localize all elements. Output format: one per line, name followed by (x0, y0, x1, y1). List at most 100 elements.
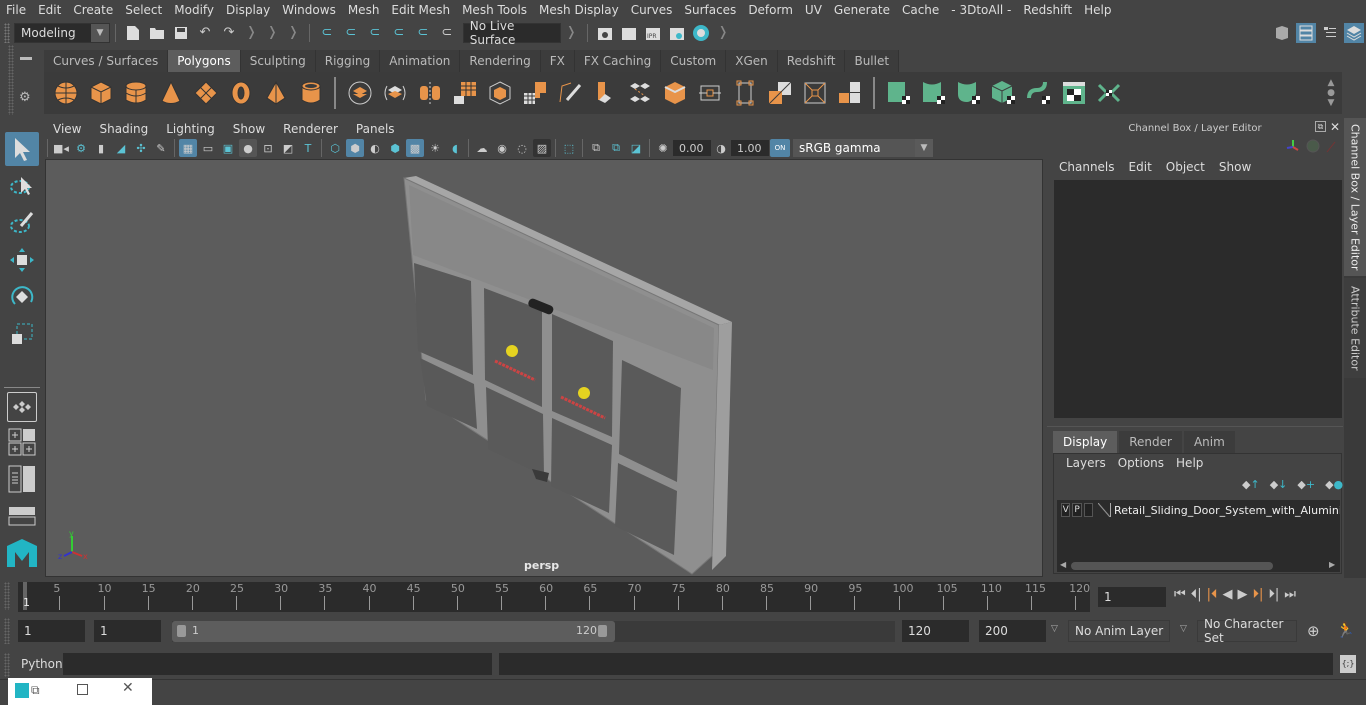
automatic-uv-icon[interactable] (884, 78, 914, 108)
menu-edit[interactable]: Edit (32, 3, 67, 17)
play-forwards-icon[interactable]: ▶ (1237, 587, 1247, 602)
shelf-menu-icon[interactable] (20, 57, 32, 60)
render-options-icon[interactable] (667, 23, 687, 43)
xray-active-components-icon[interactable]: ⧉ (607, 139, 625, 157)
menu-deform[interactable]: Deform (742, 3, 799, 17)
poly-pyramid-icon[interactable] (261, 78, 291, 108)
snap-view-icon[interactable]: ⊂ (389, 23, 409, 43)
scale-tool-icon[interactable] (5, 317, 39, 351)
channel-box-menu-show[interactable]: Show (1212, 160, 1258, 174)
bookmark-icon[interactable]: ▮ (92, 139, 110, 157)
collapse-icon[interactable]: ❭ (718, 25, 729, 40)
tab-render[interactable]: Render (1119, 431, 1182, 453)
restore-icon[interactable]: ⧉ (31, 683, 40, 698)
snap-curve-icon[interactable]: ⊂ (341, 23, 361, 43)
bridge-icon[interactable] (625, 78, 655, 108)
shadows-icon[interactable]: ◖ (446, 139, 464, 157)
step-forward-key-icon[interactable]: ⏵| (1252, 587, 1263, 602)
viewport-menu-lighting[interactable]: Lighting (157, 122, 224, 136)
menu-curves[interactable]: Curves (625, 3, 679, 17)
character-set-dropdown-icon[interactable]: ▽ (1180, 624, 1187, 634)
open-scene-icon[interactable] (147, 23, 167, 43)
spherical-uv-icon[interactable] (954, 78, 984, 108)
menu-mesh[interactable]: Mesh (342, 3, 386, 17)
play-backwards-icon[interactable]: ◀ (1222, 587, 1232, 602)
select-tool-icon[interactable] (5, 132, 39, 166)
anti-aliasing-icon[interactable]: ◌ (513, 139, 531, 157)
outliner-layout-icon[interactable] (5, 462, 39, 496)
render-settings-icon[interactable] (595, 23, 615, 43)
default-material-icon[interactable]: ◐ (366, 139, 384, 157)
menu-surfaces[interactable]: Surfaces (678, 3, 742, 17)
new-scene-icon[interactable] (123, 23, 143, 43)
menu-display[interactable]: Display (220, 3, 276, 17)
character-set-field[interactable]: No Character Set (1197, 617, 1297, 645)
shelf-tab-fx-caching[interactable]: FX Caching (574, 50, 662, 72)
poly-pipe-icon[interactable] (296, 78, 326, 108)
ipr-render-icon[interactable]: IPR (643, 23, 663, 43)
shelf-settings-gear-icon[interactable]: ⚙ (19, 90, 31, 105)
image-plane-icon[interactable]: ◢ (112, 139, 130, 157)
collapse-icon[interactable] (835, 78, 865, 108)
anim-layer-field[interactable]: No Anim Layer (1068, 620, 1170, 642)
camera-attributes-icon[interactable]: ⚙ (72, 139, 90, 157)
scrollbar-thumb[interactable] (1071, 562, 1273, 570)
current-frame-field[interactable]: 1 (1098, 587, 1166, 607)
tab-channel-box[interactable]: Channel Box / Layer Editor (1344, 118, 1366, 276)
maya-app-icon[interactable] (15, 683, 29, 698)
close-icon[interactable]: ✕ (1330, 120, 1340, 134)
render-frame-icon[interactable] (619, 23, 639, 43)
tab-display[interactable]: Display (1053, 431, 1118, 453)
perspective-viewport[interactable]: y x z persp (45, 159, 1043, 577)
float-panel-icon[interactable]: ⧉ (1315, 121, 1326, 132)
collapse-icon[interactable]: ❭ (566, 25, 577, 40)
depth-of-field-icon[interactable]: ▨ (533, 139, 551, 157)
viewport-menu-shading[interactable]: Shading (90, 122, 157, 136)
move-layer-up-icon[interactable]: ◆↑ (1242, 478, 1260, 491)
shelf-tab-rendering[interactable]: Rendering (460, 50, 541, 72)
resolution-gate-icon[interactable]: ▣ (219, 139, 237, 157)
color-space-dropdown[interactable]: sRGB gamma ▼ (793, 139, 933, 157)
shelf-tab-redshift[interactable]: Redshift (777, 50, 846, 72)
go-to-start-icon[interactable]: ⏮ (1174, 587, 1186, 602)
grid-icon[interactable]: ▦ (179, 139, 197, 157)
channel-list[interactable] (1054, 180, 1342, 418)
layer-row[interactable]: V P Retail_Sliding_Door_System_with_Alumin… (1057, 500, 1340, 520)
move-layer-down-icon[interactable]: ◆↓ (1270, 478, 1288, 491)
range-end-handle[interactable] (598, 625, 607, 637)
drag-handle[interactable] (4, 22, 10, 43)
menu-redshift[interactable]: Redshift (1017, 3, 1078, 17)
display-type-toggle[interactable] (1083, 503, 1094, 517)
layer-color-swatch[interactable] (1098, 503, 1112, 517)
smooth-icon[interactable] (450, 78, 480, 108)
layer-menu-options[interactable]: Options (1112, 456, 1170, 470)
start-time-field[interactable]: 1 (18, 620, 85, 642)
menu-windows[interactable]: Windows (276, 3, 342, 17)
animation-preferences-icon[interactable]: 🏃 (1336, 621, 1355, 639)
snap-point-icon[interactable]: ⊂ (365, 23, 385, 43)
live-surface-field[interactable]: No Live Surface (462, 19, 561, 47)
unfold-uv-icon[interactable] (1094, 78, 1124, 108)
shelf-tab-curves-surfaces[interactable]: Curves / Surfaces (44, 50, 169, 72)
poly-sphere-icon[interactable] (51, 78, 81, 108)
time-slider[interactable]: 1 5 10 15 20 25 30 35 40 45 50 55 60 65 70 75 80 85 90 95 1… (18, 582, 1090, 612)
poly-cone-icon[interactable] (156, 78, 186, 108)
shelf-tab-xgen[interactable]: XGen (726, 50, 778, 72)
uv-editor-icon[interactable] (1059, 78, 1089, 108)
menu-edit-mesh[interactable]: Edit Mesh (385, 3, 456, 17)
color-management-toggle[interactable]: ON (770, 139, 790, 157)
playback-toggle[interactable]: P (1072, 503, 1082, 517)
menu-modify[interactable]: Modify (168, 3, 220, 17)
layer-menu-help[interactable]: Help (1170, 456, 1209, 470)
layer-name[interactable]: Retail_Sliding_Door_System_with_Aluminiu… (1114, 504, 1340, 517)
collapse-icon[interactable]: ❭ (246, 25, 257, 40)
screen-space-ao-icon[interactable]: ☁ (473, 139, 491, 157)
channel-box-menu-edit[interactable]: Edit (1122, 160, 1159, 174)
cmdline-drag-handle[interactable] (4, 653, 10, 677)
poly-cube-icon[interactable] (86, 78, 116, 108)
timeline-drag-handle[interactable] (4, 582, 10, 610)
film-gate-icon[interactable]: ▭ (199, 139, 217, 157)
menu-3dtoall[interactable]: - 3DtoAll - (945, 3, 1017, 17)
poly-plane-icon[interactable] (191, 78, 221, 108)
graph-layout-icon[interactable] (5, 499, 39, 533)
